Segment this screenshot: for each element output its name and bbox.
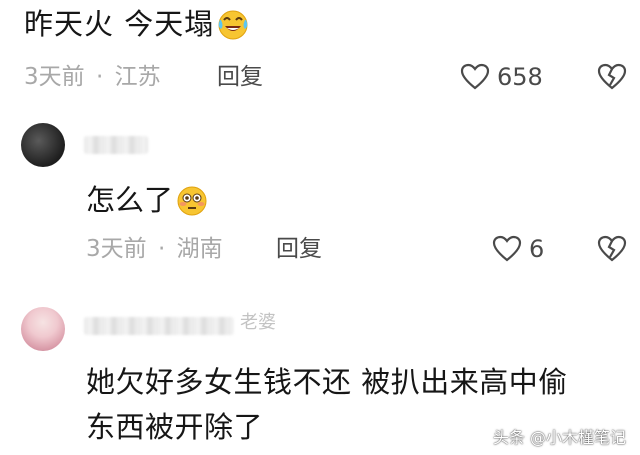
comment-1-reply-button[interactable]: 回复 — [217, 62, 263, 92]
comment-1-meta: 3天前 · 江苏 — [24, 62, 161, 92]
comment-3-line-1: 她欠好多女生钱不还 被扒出来高中偷 — [86, 365, 568, 399]
heart-icon — [492, 235, 522, 262]
avatar[interactable] — [21, 307, 65, 351]
meta-separator: · — [157, 236, 166, 262]
comment-2-dislike-button[interactable] — [597, 235, 627, 267]
comment-2-text: 怎么了 — [86, 180, 209, 226]
comment-2-time: 3天前 — [86, 236, 147, 262]
broken-heart-icon — [597, 235, 627, 262]
comment-2-like-count: 6 — [529, 235, 545, 263]
comment-1-dislike-button[interactable] — [597, 63, 627, 95]
username-partial[interactable]: 老婆 — [240, 308, 276, 334]
heart-icon — [460, 63, 490, 90]
comment-2-location: 湖南 — [176, 236, 223, 262]
broken-heart-icon — [597, 63, 627, 90]
meta-separator: · — [95, 64, 104, 90]
comment-2-reply-button[interactable]: 回复 — [276, 234, 322, 264]
comment-1-location: 江苏 — [114, 64, 161, 90]
username-blurred[interactable] — [84, 317, 234, 335]
avatar[interactable] — [21, 123, 65, 167]
comment-2-meta: 3天前 · 湖南 — [86, 234, 223, 264]
comment-1-like-count: 658 — [497, 63, 543, 91]
comment-2-like-button[interactable] — [492, 235, 522, 267]
comment-1-time: 3天前 — [24, 64, 85, 90]
comment-1-text: 昨天火 今天塌 — [24, 4, 250, 50]
comment-1-body: 昨天火 今天塌 — [24, 7, 215, 41]
flushed-face-emoji-icon — [175, 184, 209, 226]
watermark: 头条 @小木槿笔记 — [492, 428, 626, 447]
username-blurred[interactable] — [84, 136, 148, 154]
crying-laughing-emoji-icon — [216, 8, 250, 50]
comment-2-body: 怎么了 — [86, 183, 174, 217]
comment-1-like-button[interactable] — [460, 63, 490, 95]
